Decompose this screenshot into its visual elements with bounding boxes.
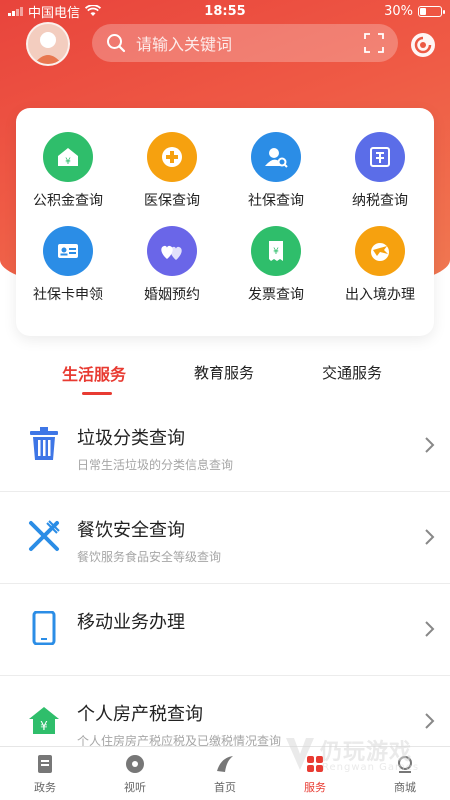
search-bar[interactable]: 请输入关键词 bbox=[92, 24, 398, 62]
service-label: 社保卡申领 bbox=[33, 287, 103, 303]
top-bar: 请输入关键词 bbox=[0, 22, 450, 66]
nav-item-media[interactable]: 视听 bbox=[90, 747, 180, 800]
globe-plane-icon bbox=[355, 226, 405, 276]
avatar[interactable] bbox=[26, 22, 70, 66]
tab-life-services[interactable]: 生活服务 bbox=[62, 361, 126, 385]
list-item[interactable]: 餐饮安全查询 餐饮服务食品安全等级查询 bbox=[0, 492, 450, 584]
nav-label: 政务 bbox=[34, 780, 56, 794]
list-item-title: 移动业务办理 bbox=[77, 612, 185, 633]
battery-percent: 30% bbox=[384, 3, 413, 19]
list-item[interactable]: 垃圾分类查询 日常生活垃圾的分类信息查询 bbox=[0, 400, 450, 492]
service-medical-insurance[interactable]: 医保查询 bbox=[120, 132, 224, 210]
nav-item-government[interactable]: 政务 bbox=[0, 747, 90, 800]
tax-icon bbox=[355, 132, 405, 182]
list-item-title: 垃圾分类查询 bbox=[77, 428, 185, 449]
service-label: 发票查询 bbox=[248, 287, 304, 303]
house-yen-icon: ¥ bbox=[24, 700, 64, 740]
svg-text:¥: ¥ bbox=[273, 247, 279, 257]
list-item[interactable]: 移动业务办理 bbox=[0, 584, 450, 676]
search-icon bbox=[107, 34, 126, 53]
service-label: 出入境办理 bbox=[345, 287, 415, 303]
fork-knife-icon bbox=[24, 516, 64, 556]
chevron-right-icon bbox=[425, 621, 435, 637]
user-avatar-icon bbox=[28, 24, 68, 64]
nav-label: 商城 bbox=[394, 780, 416, 794]
document-icon bbox=[38, 754, 52, 773]
status-bar: 中国电信 18:55 30% bbox=[0, 0, 450, 22]
wifi-icon bbox=[85, 5, 102, 16]
signal-icon bbox=[8, 6, 23, 16]
message-icon[interactable] bbox=[410, 32, 436, 58]
nav-item-home[interactable]: 首页 bbox=[180, 747, 270, 800]
list-item-title: 个人房产税查询 bbox=[77, 704, 203, 725]
watermark-subtext: Rengwan Games bbox=[322, 762, 420, 773]
watermark-logo-icon bbox=[286, 738, 314, 770]
service-social-insurance[interactable]: 社保查询 bbox=[224, 132, 328, 210]
id-card-icon bbox=[43, 226, 93, 276]
battery-icon bbox=[418, 5, 445, 17]
invoice-icon: ¥ bbox=[251, 226, 301, 276]
medical-cross-icon bbox=[147, 132, 197, 182]
service-social-card[interactable]: 社保卡申领 bbox=[16, 226, 120, 304]
svg-text:¥: ¥ bbox=[40, 719, 48, 733]
service-marriage[interactable]: 婚姻预约 bbox=[120, 226, 224, 304]
service-label: 婚姻预约 bbox=[144, 287, 200, 303]
service-invoice[interactable]: ¥ 发票查询 bbox=[224, 226, 328, 304]
chevron-right-icon bbox=[425, 529, 435, 545]
mobile-phone-icon bbox=[24, 608, 64, 648]
carrier-name: 中国电信 bbox=[28, 5, 81, 21]
service-label: 社保查询 bbox=[248, 193, 304, 209]
tab-transport-services[interactable]: 交通服务 bbox=[322, 362, 382, 383]
service-label: 公积金查询 bbox=[33, 193, 103, 209]
home-logo-icon bbox=[217, 755, 233, 772]
hearts-icon bbox=[147, 226, 197, 276]
tab-education-services[interactable]: 教育服务 bbox=[194, 362, 254, 383]
list-item-subtitle: 餐饮服务食品安全等级查询 bbox=[77, 550, 222, 564]
chevron-right-icon bbox=[425, 437, 435, 453]
svg-text:¥: ¥ bbox=[65, 157, 71, 167]
service-housing-fund[interactable]: ¥ 公积金查询 bbox=[16, 132, 120, 210]
chevron-right-icon bbox=[425, 713, 435, 729]
service-grid: ¥ 公积金查询 医保查询 社保查询 纳税查询 社保卡申领 婚姻预约 ¥ 发票查询… bbox=[16, 108, 434, 336]
service-label: 医保查询 bbox=[144, 193, 200, 209]
service-tabs: 生活服务 教育服务 交通服务 bbox=[0, 352, 450, 396]
service-tax[interactable]: 纳税查询 bbox=[328, 132, 432, 210]
nav-label: 视听 bbox=[124, 780, 146, 794]
trash-icon bbox=[24, 424, 64, 464]
service-label: 纳税查询 bbox=[352, 193, 408, 209]
watermark: 仍玩游戏 Rengwan Games bbox=[282, 732, 432, 780]
active-tab-indicator bbox=[82, 392, 112, 395]
service-exit-entry[interactable]: 出入境办理 bbox=[328, 226, 432, 304]
house-yen-icon: ¥ bbox=[43, 132, 93, 182]
search-input[interactable]: 请输入关键词 bbox=[136, 31, 364, 55]
nav-label: 首页 bbox=[214, 780, 236, 794]
nav-label: 服务 bbox=[304, 780, 326, 794]
scan-icon[interactable] bbox=[364, 33, 384, 53]
disc-icon bbox=[126, 754, 144, 773]
list-item-subtitle: 日常生活垃圾的分类信息查询 bbox=[77, 458, 234, 472]
person-search-icon bbox=[251, 132, 301, 182]
list-item-title: 餐饮安全查询 bbox=[77, 520, 185, 541]
